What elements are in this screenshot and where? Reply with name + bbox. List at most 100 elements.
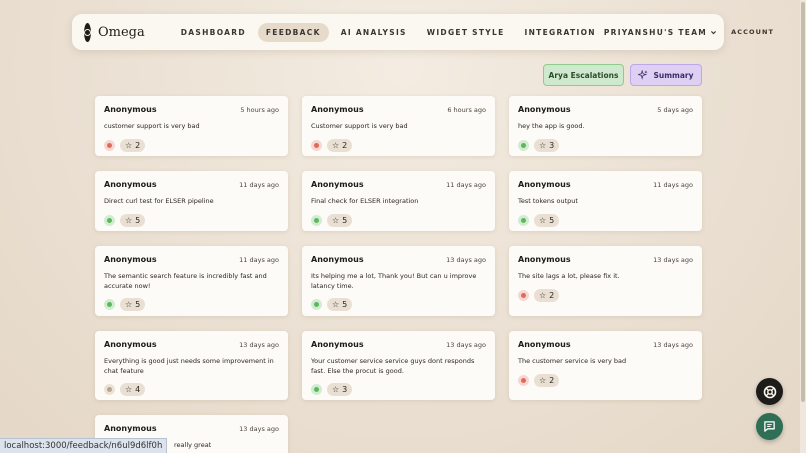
timestamp: 5 days ago [657,106,693,114]
rating-badge: ☆ 2 [534,288,560,302]
feedback-card[interactable]: Anonymous 13 days ago Your customer servi… [302,331,495,400]
rating-badge: ☆ 3 [534,138,560,152]
timestamp: 11 days ago [239,256,279,264]
star-icon: ☆ [332,300,340,309]
sentiment-indicator [518,214,529,226]
sentiment-indicator [311,139,322,151]
feedback-message: Your customer service service guys dont … [311,357,475,375]
star-icon: ☆ [125,140,133,150]
timestamp: 11 days ago [446,181,486,189]
star-icon: ☆ [125,300,133,309]
feedback-card[interactable]: Anonymous 11 days ago Final check for ELS… [302,171,495,231]
feedback-card[interactable]: Anonymous 11 days ago Direct curl test fo… [95,171,288,231]
rating-value: 3 [549,140,555,150]
feedback-message: Customer support is very bad [311,122,408,130]
star-icon: ☆ [125,215,133,225]
account-link[interactable]: ACCOUNT [731,28,774,36]
timestamp: 13 days ago [653,256,693,264]
chat-icon [764,421,775,432]
rating-value: 5 [342,300,348,309]
status-bar-url: localhost:3000/feedback/n6ul9d6lf0h [0,438,168,453]
escalations-label: Arya Escalations [548,70,619,80]
author-name: Anonymous [311,340,364,349]
nav-widget-style[interactable]: WIDGET STYLE [419,23,513,42]
rating-value: 4 [135,385,141,394]
sentiment-indicator [104,214,115,226]
feedback-card[interactable]: Anonymous 5 days ago hey the app is good.… [509,96,702,156]
nav-feedback[interactable]: FEEDBACK [257,22,329,42]
sentiment-indicator [104,384,115,395]
sentiment-indicator [104,139,115,151]
summary-button[interactable]: Summary [630,64,702,86]
feedback-card[interactable]: Anonymous 11 days ago Test tokens output … [509,171,702,231]
arya-escalations-button[interactable]: Arya Escalations [543,64,624,86]
nav-integration[interactable]: INTEGRATION [517,23,604,42]
star-icon: ☆ [125,385,133,394]
lifebuoy-icon [763,385,776,398]
rating-value: 5 [342,215,348,225]
team-name: PRIYANSHU'S TEAM [603,27,708,37]
rating-badge: ☆ 4 [120,383,146,396]
star-icon: ☆ [539,215,547,225]
feedback-card[interactable]: Anonymous 13 days ago The customer servic… [509,331,702,400]
feedback-message: Everything is good just needs some impro… [104,357,274,375]
page-scrollbar[interactable] [800,0,806,453]
feedback-card[interactable]: Anonymous 5 hours ago customer support is… [95,96,288,156]
rating-value: 5 [135,215,141,225]
rating-badge: ☆ 5 [120,298,146,311]
star-icon: ☆ [539,375,547,385]
timestamp: 13 days ago [239,425,279,433]
sentiment-indicator [311,384,322,395]
author-name: Anonymous [518,340,571,349]
timestamp: 6 hours ago [447,106,486,114]
rating-value: 5 [549,215,555,225]
timestamp: 11 days ago [653,181,693,189]
rating-badge: ☆ 2 [534,373,560,387]
rating-value: 2 [342,140,348,150]
rating-value: 2 [135,140,141,150]
rating-badge: ☆ 5 [327,213,353,227]
feedback-card[interactable]: Anonymous 13 days ago Its helping me a lo… [302,246,495,316]
author-name: Anonymous [104,340,157,349]
star-icon: ☆ [332,140,340,150]
rating-badge: ☆ 2 [120,138,146,152]
feedback-message: Test tokens output [518,197,578,205]
nav-right: PRIYANSHU'S TEAM ACCOUNT [604,28,774,37]
feedback-card[interactable]: Anonymous 13 days ago Everything is good … [95,331,288,400]
chat-fab[interactable] [756,413,783,440]
feedback-message: The semantic search feature is incredibl… [104,272,267,290]
omega-logo-icon[interactable] [84,22,91,42]
sentiment-indicator [518,289,529,301]
scrollbar-thumb[interactable] [801,2,805,402]
timestamp: 13 days ago [653,341,693,349]
timestamp: 13 days ago [239,341,279,349]
support-fab[interactable] [756,378,783,405]
author-name: Anonymous [311,180,364,189]
feedback-message: customer support is very bad [104,122,200,130]
nav-ai-analysis[interactable]: AI ANALYSIS [333,23,415,42]
author-name: Anonymous [311,105,364,114]
feedback-card[interactable]: Anonymous 6 hours ago Customer support is… [302,96,495,156]
feedback-message: The customer service is very bad [518,357,627,365]
feedback-message: Direct curl test for ELSER pipeline [104,197,214,205]
nav-dashboard[interactable]: DASHBOARD [173,23,254,42]
chevron-down-icon [711,30,717,34]
rating-value: 2 [549,375,555,385]
brand-name[interactable]: Omega [98,25,145,40]
feedback-message: Its helping me a lot, Thank you! But can… [311,272,477,290]
feedback-card[interactable]: Anonymous 13 days ago The site lags a lot… [509,246,702,316]
feedback-message: Final check for ELSER integration [311,197,419,205]
rating-badge: ☆ 5 [120,213,146,227]
team-selector[interactable]: PRIYANSHU'S TEAM [604,28,717,37]
author-name: Anonymous [518,180,571,189]
author-name: Anonymous [518,255,571,264]
feedback-message: hey the app is good. [518,122,585,130]
feedback-card[interactable]: Anonymous 11 days ago The semantic search… [95,246,288,316]
sentiment-indicator [104,299,115,310]
rating-value: 2 [549,290,555,300]
sparkle-icon [638,70,649,80]
rating-badge: ☆ 3 [327,383,353,396]
rating-value: 3 [342,385,348,394]
rating-value: 5 [135,300,141,309]
timestamp: 13 days ago [446,256,486,264]
